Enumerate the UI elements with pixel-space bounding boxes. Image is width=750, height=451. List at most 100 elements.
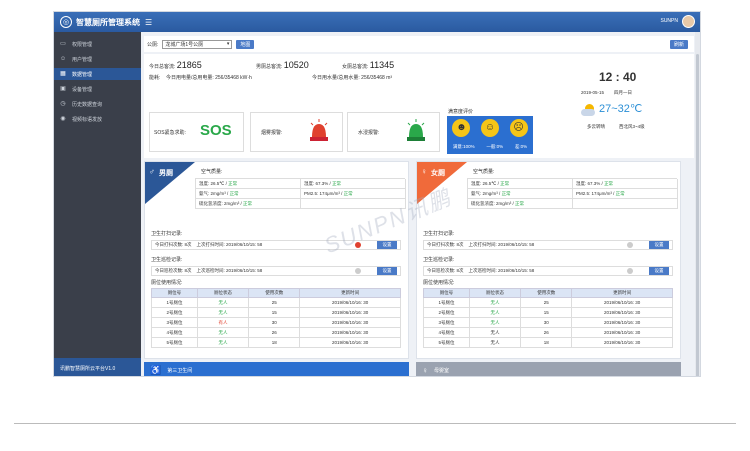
mother-baby-room-header[interactable]: ♀ 母婴室 [416, 362, 681, 376]
avatar[interactable] [682, 15, 695, 28]
clean-count: 今日打扫次数: 8次 [427, 242, 464, 247]
refresh-button[interactable]: 刷新 [669, 39, 688, 49]
logo-icon: ◎ [60, 16, 72, 28]
table-cell: 15 [520, 307, 573, 318]
env-value: 174μm/m³ / [319, 191, 343, 196]
table-row: 1号厕位 无人 25 2019/06/10/16: 30 [423, 297, 673, 308]
env-key: 湿度: [304, 180, 315, 186]
table-row: 3号厕位 有人 30 2019/06/10/16: 30 [151, 317, 401, 328]
sidebar-footer: 讯鹏智慧厕所云平台V1.0 [54, 358, 141, 376]
column-header: 厕位状态 [196, 288, 250, 298]
satisfaction-values: 满意:100% 一般:0% 差:0% [447, 144, 533, 150]
table-cell: 2019/06/10/16: 30 [571, 317, 673, 328]
stat-value: 256/35468 [215, 75, 239, 81]
map-button[interactable]: 地图 [236, 39, 255, 49]
female-icon: ♀ [421, 167, 427, 176]
env-grid: 温度: 26.5℃ / 正常 湿度: 67.3% / 正常 氨气: 2mg/m³… [467, 178, 678, 209]
sad-face-icon: ☹ [509, 119, 528, 137]
cloudy-sun-icon [581, 104, 595, 116]
table-cell: 有人 [196, 317, 250, 328]
env-key: 氨气: [199, 190, 210, 196]
scrollbar[interactable] [695, 32, 700, 376]
table-cell: 2019/06/10/16: 30 [299, 307, 401, 318]
stat-label: 今日总客流: [149, 64, 176, 70]
table-cell: 无人 [196, 337, 250, 348]
sidebar-item-history[interactable]: ◷ 历史数据查询 [54, 98, 141, 110]
status-dot-gray [627, 242, 633, 248]
sidebar-item-label: 视频标语发放 [72, 116, 103, 123]
broadcast-icon: ◉ [60, 116, 66, 122]
patrol-set-button[interactable]: 设置 [377, 267, 397, 275]
accessible-room-header[interactable]: ♿ 第三卫生间 [144, 362, 409, 376]
female-total: 女厕总客流: 11345 [342, 60, 394, 70]
happy-face-icon: ☻ [452, 119, 471, 137]
status-dot-gray [355, 268, 361, 274]
rating-value: 0% [520, 144, 528, 149]
column-header: 厕位号 [423, 288, 470, 298]
male-total: 男厕总客流: 10520 [256, 60, 309, 70]
smoke-alarm: 烟雾报警: [250, 112, 343, 152]
table-row: 2号厕位 无人 15 2019/06/10/16: 30 [151, 307, 401, 318]
env-value: 67.3% / [315, 181, 331, 186]
sos-indicator: SOS [200, 122, 232, 139]
menu-icon[interactable]: ☰ [145, 18, 152, 27]
clock: 12 : 40 [599, 70, 637, 84]
env-value: 2mg/m³ / [224, 201, 242, 206]
sidebar-item-label: 数据管理 [72, 71, 93, 78]
table-cell: 无人 [196, 307, 250, 318]
sidebar-item-users[interactable]: ☺ 用户管理 [54, 53, 141, 65]
env-key: 湿度: [576, 180, 587, 186]
env-value: 67.3% / [587, 181, 603, 186]
clean-set-button[interactable]: 设置 [649, 241, 669, 249]
sidebar-item-data[interactable]: ▦ 数据管理 [54, 68, 141, 80]
table-cell: 2号厕位 [151, 307, 198, 318]
env-key: PM2.5: [576, 191, 591, 196]
table-cell: 无人 [468, 337, 522, 348]
env-key: 硫化氢浓度: [471, 200, 495, 206]
env-grid: 温度: 26.5℃ / 正常 湿度: 67.3% / 正常 氨气: 2mg/m³… [195, 178, 406, 209]
table-cell: 25 [520, 297, 573, 308]
male-title: 男厕 [159, 170, 173, 177]
stat-value: 21865 [176, 60, 202, 70]
rating-label: 一般: [486, 144, 497, 149]
env-pm25: PM2.5: 174μm/m³ / 正常 [301, 189, 406, 199]
sidebar: ▭ 权限管理 ☺ 用户管理 ▦ 数据管理 ▣ 设备管理 ◷ 历史数据查询 ◉ 视频标语发放 … [54, 32, 141, 376]
env-ammonia: 氨气: 2mg/m³ / 正常 [196, 189, 301, 199]
env-key: 温度: [471, 180, 482, 186]
toilet-select[interactable]: 龙城广场1号公厕 ▾ [162, 39, 233, 49]
table-cell: 无人 [468, 297, 522, 308]
filter-bar: 公厕: 龙城广场1号公厕 ▾ 地图 刷新 [144, 36, 694, 52]
table-cell: 2号厕位 [423, 307, 470, 318]
power-usage: 能耗: 今日用电量/总用电量: 256/35468 kW·h [149, 74, 252, 81]
app-window: ◎ 智慧厕所管理系统 ☰ SUNPN ▭ 权限管理 ☺ 用户管理 ▦ 数据管理 ▣ 设备… [53, 11, 701, 377]
table-cell: 26 [248, 327, 301, 338]
chevron-down-icon: ▾ [226, 41, 230, 47]
scrollbar-thumb[interactable] [696, 54, 699, 376]
patrol-label: 卫生巡检记录: [151, 257, 183, 263]
sidebar-item-broadcast[interactable]: ◉ 视频标语发放 [54, 113, 141, 125]
device-icon: ▣ [60, 86, 66, 92]
env-key: PM2.5: [304, 191, 319, 196]
clean-last: 上次打扫时间: 2019/06/10/15: 58 [196, 242, 263, 247]
env-value: 26.5℃ / [210, 180, 227, 186]
today-total: 今日总客流: 21865 [149, 60, 202, 70]
clean-set-button[interactable]: 设置 [377, 241, 397, 249]
patrol-count: 今日巡检次数: 8次 [427, 268, 464, 273]
users-icon: ☺ [60, 56, 67, 62]
table-cell: 2019/06/10/16: 30 [299, 337, 401, 348]
mother-baby-room-title: 母婴室 [434, 367, 450, 374]
water-usage: 今日用水量/总用水量: 256/35468 m³ [312, 74, 392, 81]
env-status: 正常 [229, 190, 239, 196]
sidebar-item-permissions[interactable]: ▭ 权限管理 [54, 38, 141, 50]
stat-value: 256/35468 [361, 75, 385, 81]
table-row: 3号厕位 无人 30 2019/06/10/16: 30 [423, 317, 673, 328]
env-temperature: 温度: 26.5℃ / 正常 [468, 179, 573, 189]
sidebar-item-label: 权限管理 [72, 41, 93, 48]
sidebar-item-devices[interactable]: ▣ 设备管理 [54, 83, 141, 95]
weather-text: 多云转晴 [587, 124, 605, 129]
table-cell: 5号厕位 [151, 337, 198, 348]
table-cell: 26 [520, 327, 573, 338]
status-dot-gray [627, 268, 633, 274]
env-key: 氨气: [471, 190, 482, 196]
patrol-set-button[interactable]: 设置 [649, 267, 669, 275]
